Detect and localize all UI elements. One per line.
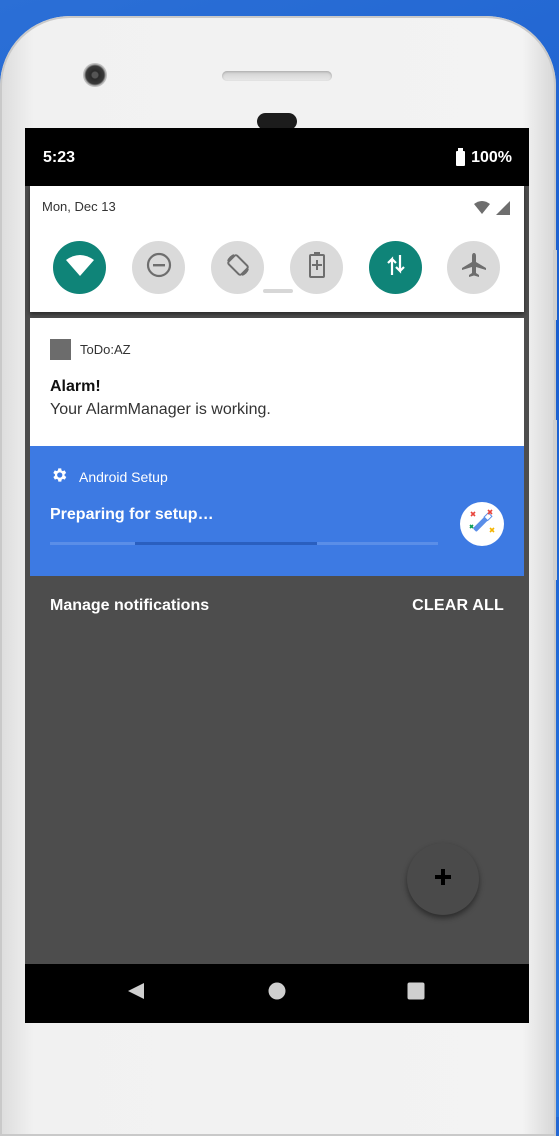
gear-icon [50,466,68,489]
setup-progress-bar [50,542,438,545]
tile-auto-rotate[interactable] [211,241,264,294]
quick-settings-tiles [53,241,500,295]
home-icon [268,982,286,1005]
nav-recents-button[interactable] [386,964,446,1023]
screen: 5:23 100% Mon, Dec 13 ToDo:AZ Alarm! You… [25,128,529,1023]
nav-home-button[interactable] [247,964,307,1023]
clear-all-button[interactable]: CLEAR ALL [412,597,504,615]
navigation-bar [25,964,529,1023]
status-battery: 100% [456,147,512,167]
nav-back-button[interactable] [106,964,166,1023]
notification-app-name: Android Setup [79,469,168,485]
power-button [553,250,557,320]
front-camera [83,63,107,87]
magic-wand-icon [467,507,497,542]
notification-android-setup[interactable]: Android Setup Preparing for setup… [30,446,524,576]
notification-title: Preparing for setup… [50,506,214,523]
airplane-mode-icon [461,252,487,283]
qs-date[interactable]: Mon, Dec 13 [42,199,116,214]
notification-todo[interactable]: ToDo:AZ Alarm! Your AlarmManager is work… [30,318,524,446]
notification-title: Alarm! [50,378,101,395]
battery-level: 100% [471,149,512,166]
top-speaker-grille [222,71,332,81]
volume-button [553,420,557,580]
auto-rotate-icon [224,251,252,284]
signal-icon [472,200,512,221]
tile-wifi[interactable] [53,241,106,294]
quick-settings-panel: Mon, Dec 13 [30,186,524,312]
tile-mobile-data[interactable] [369,241,422,294]
tile-battery-saver[interactable] [290,241,343,294]
tile-do-not-disturb[interactable] [132,241,185,294]
status-bar: 5:23 100% [25,128,529,186]
qs-drag-handle[interactable] [263,289,293,293]
notification-app-name: ToDo:AZ [80,342,131,357]
plus-icon [434,868,452,891]
manage-notifications-button[interactable]: Manage notifications [50,597,209,615]
recents-icon [407,982,425,1005]
back-icon [126,981,146,1006]
tile-airplane-mode[interactable] [447,241,500,294]
do-not-disturb-icon [146,252,172,283]
mobile-data-icon [386,253,406,282]
setup-progress-indicator [135,542,317,545]
status-time: 5:23 [43,149,76,166]
todo-app-icon [50,339,71,360]
add-fab-button[interactable] [407,843,479,915]
battery-icon [456,147,466,166]
wifi-icon [65,254,94,281]
notification-text: Your AlarmManager is working. [50,401,271,418]
battery-saver-icon [308,251,326,284]
setup-icon-badge [460,502,504,546]
